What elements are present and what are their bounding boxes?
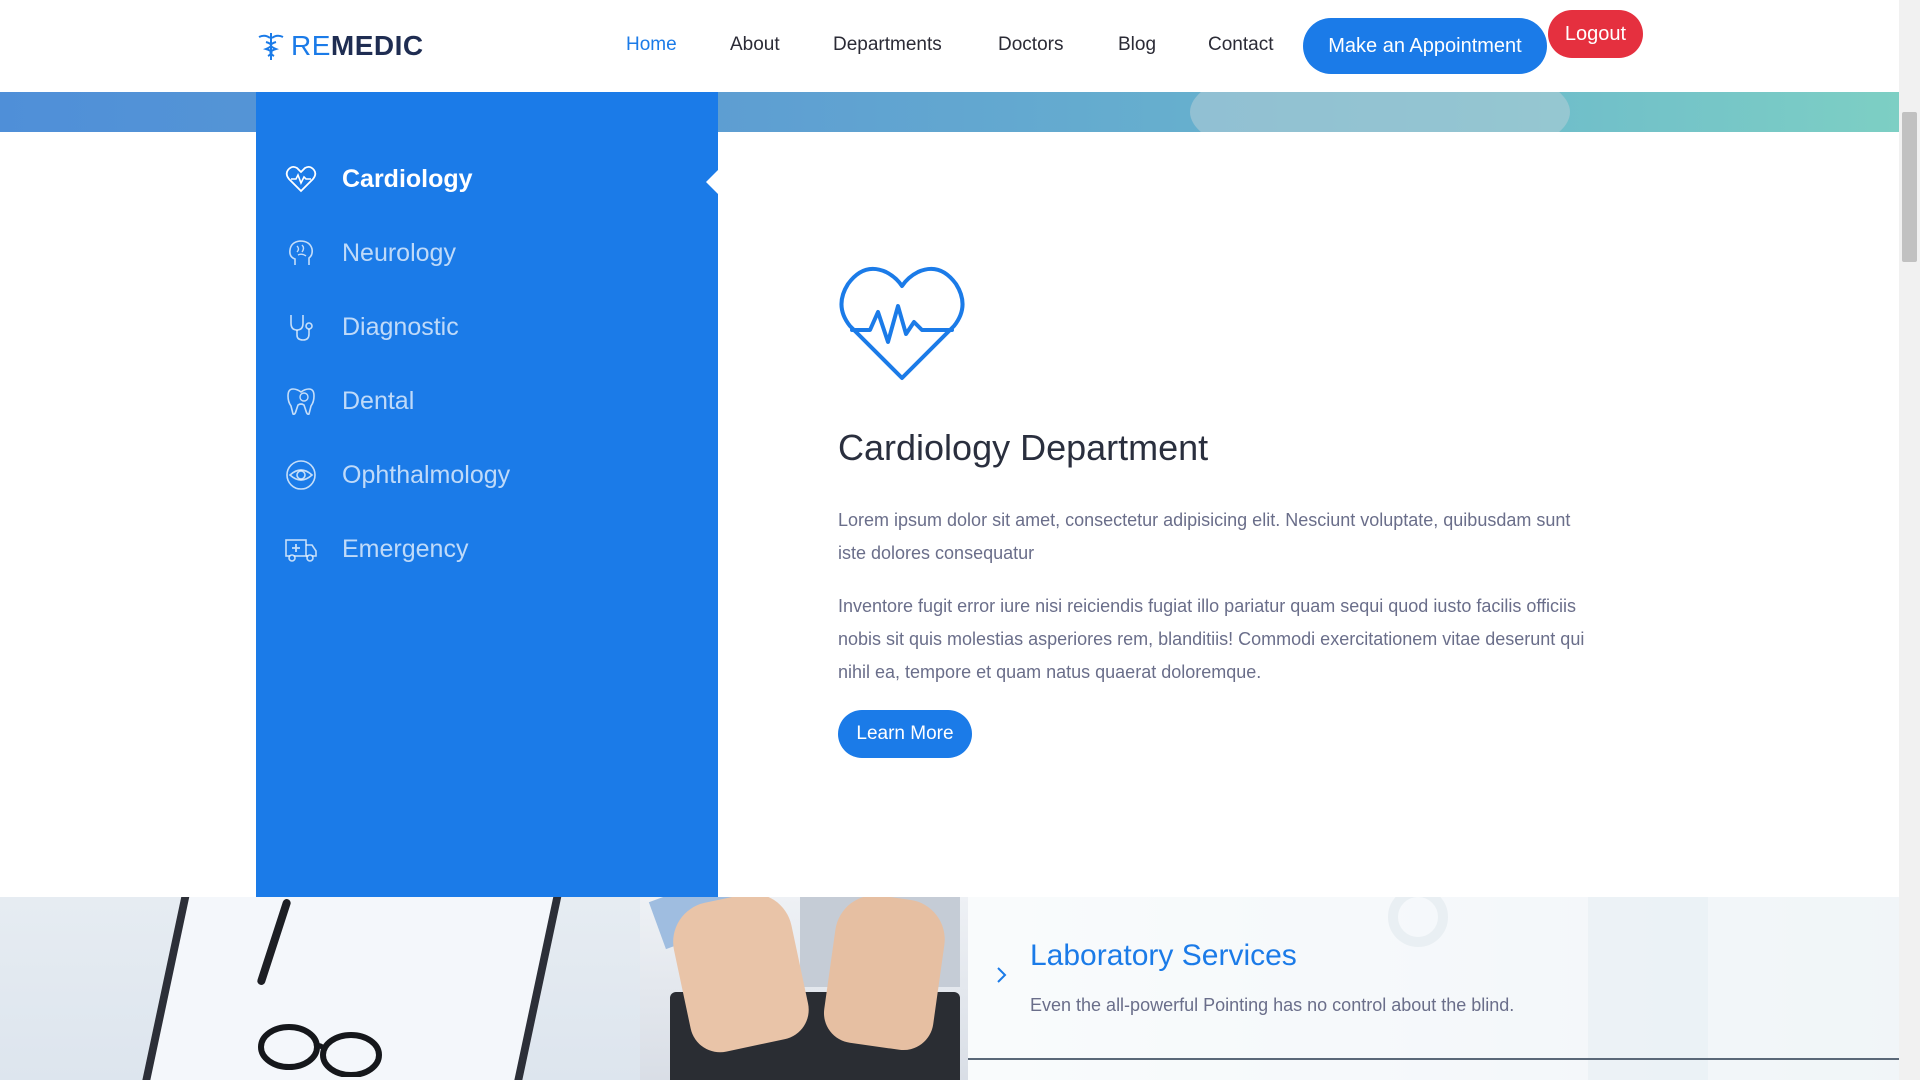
dept-label: Diagnostic [342, 312, 459, 341]
navbar: REMEDIC Home About Departments Doctors B… [0, 0, 1899, 92]
department-detail: Cardiology Department Lorem ipsum dolor … [838, 262, 1598, 758]
nav-home[interactable]: Home [626, 34, 677, 56]
dept-item-dental[interactable]: Dental [284, 384, 414, 418]
nav-blog[interactable]: Blog [1118, 34, 1156, 56]
caduceus-icon [258, 33, 284, 60]
nav-departments[interactable]: Departments [833, 34, 942, 56]
logo[interactable]: REMEDIC [255, 28, 424, 64]
page-viewport: REMEDIC Home About Departments Doctors B… [0, 0, 1899, 1080]
ambulance-icon [284, 532, 318, 566]
laboratory-services-card[interactable]: Laboratory Services Even the all-powerfu… [968, 897, 1899, 1080]
dept-item-emergency[interactable]: Emergency [284, 532, 468, 566]
dept-label: Emergency [342, 534, 469, 563]
brain-icon [284, 236, 318, 270]
nav-doctors[interactable]: Doctors [998, 34, 1063, 56]
dept-item-neurology[interactable]: Neurology [284, 236, 456, 270]
photo-overlay [968, 897, 1899, 1080]
glasses-shape [258, 1024, 382, 1077]
active-dept-pointer [706, 170, 718, 194]
stethoscope-icon [284, 310, 318, 344]
dept-item-diagnostic[interactable]: Diagnostic [284, 310, 459, 344]
dept-label: Neurology [342, 238, 456, 267]
department-title: Cardiology Department [838, 427, 1209, 468]
service-description: Even the all-powerful Pointing has no co… [1030, 995, 1515, 1015]
dept-item-cardiology[interactable]: Cardiology [284, 162, 473, 196]
tooth-icon [284, 384, 318, 418]
dept-label: Dental [342, 386, 415, 415]
service-title: Laboratory Services [1030, 939, 1297, 972]
logo-text: REMEDIC [291, 30, 424, 62]
hero-image-fragment [1190, 92, 1570, 132]
dept-item-ophthalmology[interactable]: Ophthalmology [284, 458, 510, 492]
learn-more-button[interactable]: Learn More [838, 710, 972, 758]
divider [968, 1058, 1899, 1060]
nav-about[interactable]: About [730, 34, 780, 56]
desk-clipboard-photo [0, 897, 640, 1080]
heart-pulse-icon [839, 267, 965, 380]
services-photo-band: Laboratory Services Even the all-powerfu… [0, 897, 1899, 1080]
make-appointment-button[interactable]: Make an Appointment [1303, 18, 1547, 74]
logo-text-medic: MEDIC [330, 30, 424, 61]
dept-label: Cardiology [342, 164, 473, 193]
laptop-typing-photo [640, 897, 968, 1080]
dept-label: Ophthalmology [342, 460, 511, 489]
heart-pulse-icon [284, 162, 318, 196]
nav-contact[interactable]: Contact [1208, 34, 1273, 56]
chevron-right-icon [997, 967, 1007, 983]
logo-text-re: RE [291, 30, 331, 61]
department-description-1: Lorem ipsum dolor sit amet, consectetur … [838, 510, 1571, 563]
departments-sidebar: Cardiology Neurology Diagnostic Dental O… [256, 92, 718, 897]
page-scrollbar[interactable] [1899, 0, 1920, 1080]
logout-button[interactable]: Logout [1548, 10, 1643, 58]
scrollbar-thumb[interactable] [1902, 112, 1917, 262]
eye-icon [284, 458, 318, 492]
hand-shape [820, 897, 950, 1054]
department-description-2: Inventore fugit error iure nisi reiciend… [838, 596, 1585, 682]
